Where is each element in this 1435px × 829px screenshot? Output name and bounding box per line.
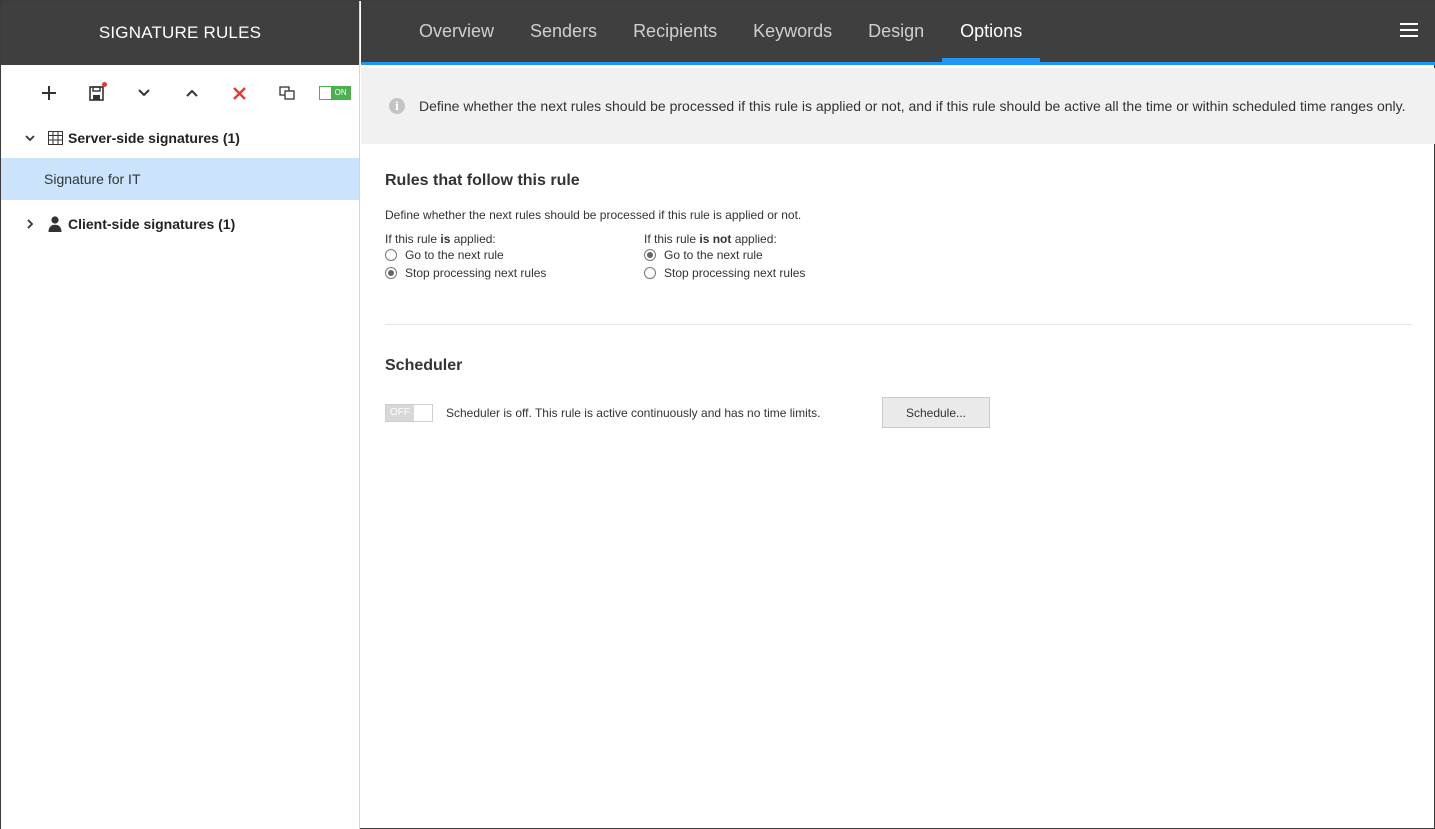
scheduler-row: OFF Scheduler is off. This rule is activ… [385,397,1412,428]
tree-item-signature-for-it[interactable]: Signature for IT [1,158,359,200]
top-nav: Overview Senders Recipients Keywords Des… [361,1,1435,65]
rules-section-title: Rules that follow this rule [385,172,580,189]
sidebar: SIGNATURE RULES ON Server-side signature… [1,1,360,829]
info-icon: i [389,98,405,114]
close-icon [233,86,247,100]
rules-section-description: Define whether the next rules should be … [385,208,802,222]
chevron-right-icon[interactable] [23,219,37,229]
sidebar-toolbar: ON [1,65,359,121]
chevron-down-icon [138,89,151,97]
applied-label: If this rule is applied: [385,232,496,246]
tree-group-label: Client-side signatures (1) [68,216,236,232]
options-content: Rules that follow this rule Define wheth… [385,144,1412,428]
tab-design[interactable]: Design [850,1,942,62]
add-rule-button[interactable] [25,77,73,109]
scheduler-status: Scheduler is off. This rule is active co… [446,405,821,420]
delete-button[interactable] [216,77,264,109]
toggle-off-label: OFF [386,404,414,421]
tab-recipients[interactable]: Recipients [615,1,735,62]
chevron-up-icon [186,89,198,97]
save-icon [89,85,104,101]
tab-keywords[interactable]: Keywords [735,1,850,62]
not-applied-stop-radio[interactable]: Stop processing next rules [644,264,903,282]
not-applied-go-next-radio[interactable]: Go to the next rule [644,246,903,264]
applied-options: If this rule is applied: Go to the next … [385,232,644,282]
not-applied-label: If this rule is not applied: [644,232,777,246]
plus-icon [41,86,56,100]
not-applied-options: If this rule is not applied: Go to the n… [644,232,903,282]
schedule-button[interactable]: Schedule... [882,397,990,428]
rule-options-columns: If this rule is applied: Go to the next … [385,232,1412,282]
tab-overview[interactable]: Overview [401,1,512,62]
hamburger-menu-icon[interactable] [1400,23,1418,39]
info-text: Define whether the next rules should be … [419,98,1406,114]
user-icon [47,216,63,232]
tree-item-label: Signature for IT [44,171,141,187]
tree-group-client-side[interactable]: Client-side signatures (1) [1,204,359,244]
toggle-on-label: ON [331,87,351,99]
scheduler-title: Scheduler [385,357,463,374]
tab-options[interactable]: Options [942,1,1041,62]
section-divider [385,324,1412,325]
move-down-button[interactable] [120,77,168,109]
duplicate-button[interactable] [264,77,312,109]
rule-enable-toggle[interactable]: ON [311,77,359,109]
save-button[interactable] [73,77,121,109]
duplicate-icon [279,86,296,100]
sidebar-title: SIGNATURE RULES [1,1,359,65]
tree-group-label: Server-side signatures (1) [68,130,240,146]
app-window: SIGNATURE RULES ON Server-side signature… [0,0,1435,829]
applied-stop-radio[interactable]: Stop processing next rules [385,264,644,282]
unsaved-indicator [102,82,108,87]
applied-go-next-radio[interactable]: Go to the next rule [385,246,644,264]
tab-bar: Overview Senders Recipients Keywords Des… [401,1,1041,62]
move-up-button[interactable] [168,77,216,109]
tab-senders[interactable]: Senders [512,1,615,62]
info-bar: i Define whether the next rules should b… [361,68,1435,144]
tree-group-server-side[interactable]: Server-side signatures (1) [1,121,359,155]
scheduler-toggle[interactable]: OFF [385,403,433,422]
chevron-down-icon[interactable] [23,134,37,142]
server-icon [47,130,63,146]
